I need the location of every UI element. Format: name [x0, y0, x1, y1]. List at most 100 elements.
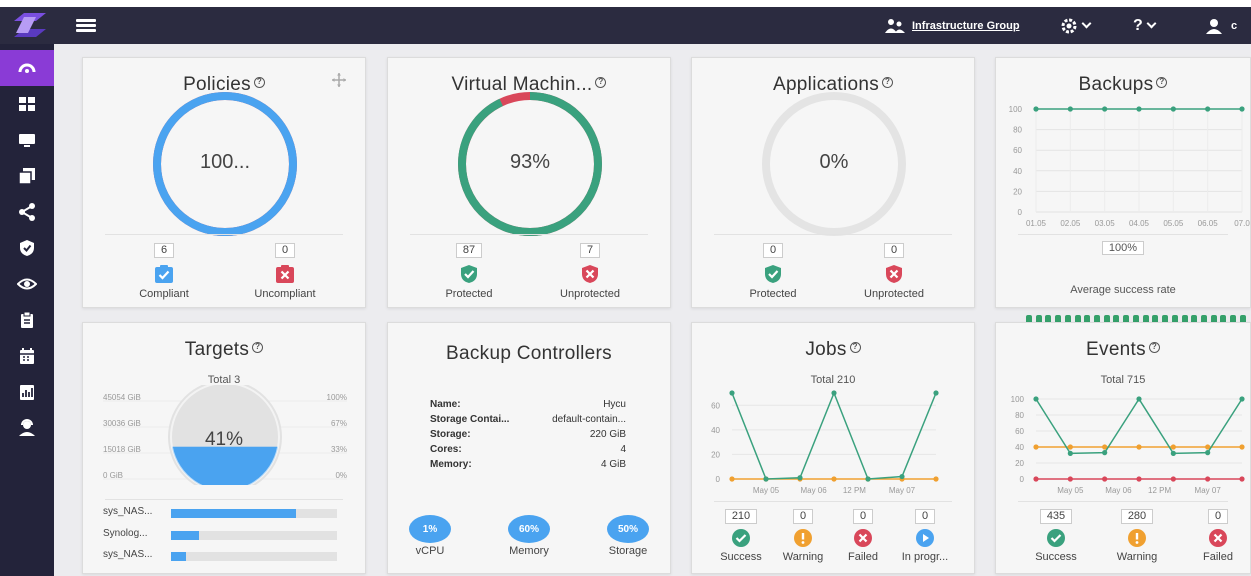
left-tick-label: 30036 GiB	[103, 419, 141, 428]
compliant-count: 6	[153, 243, 175, 258]
right-tick-label: 67%	[331, 419, 347, 428]
failed-x-icon	[854, 529, 872, 547]
user-support-icon	[19, 419, 35, 436]
uncompliant-stat[interactable]: 0 Uncompliant	[225, 240, 345, 300]
data-point	[797, 475, 803, 481]
warning-exclamation-icon	[1128, 529, 1146, 547]
controller-memory-row: Memory: 4 GiB	[430, 459, 626, 470]
compliant-stat[interactable]: 6 Compliant	[104, 240, 224, 300]
data-point	[729, 476, 735, 482]
help-circle-icon[interactable]: ?	[1156, 77, 1168, 88]
sidebar-item-policies[interactable]	[0, 230, 54, 266]
data-point	[1205, 476, 1211, 482]
data-point	[865, 476, 871, 482]
sidebar-item-dashboard[interactable]	[0, 50, 54, 86]
y-tick-label: 0	[1020, 475, 1025, 484]
user-menu-button[interactable]: c	[1205, 7, 1237, 44]
controller-name-row: Name: Hycu	[430, 399, 626, 410]
left-tick-label: 45054 GiB	[103, 393, 141, 402]
y-tick-label: 80	[1015, 411, 1024, 420]
backups-rate: 100%	[996, 241, 1250, 255]
settings-menu-button[interactable]	[1060, 7, 1092, 44]
vms-unprotected-label: Unprotected	[560, 288, 620, 300]
divider	[1018, 234, 1228, 235]
storage-bubble[interactable]: 50%	[607, 515, 649, 543]
memory-bubble[interactable]: 60%	[508, 515, 550, 543]
data-point	[1170, 476, 1176, 482]
data-point	[1067, 476, 1073, 482]
data-point	[1239, 396, 1245, 402]
sidebar-item-administration[interactable]	[0, 410, 54, 446]
help-circle-icon[interactable]: ?	[849, 342, 861, 353]
sidebar-item-jobs[interactable]	[0, 302, 54, 338]
compliant-check-icon	[155, 265, 173, 283]
apps-protected-stat[interactable]: 0 Protected	[713, 240, 833, 300]
jobs-line-chart: 0 20 40 60 May 05 May 06 12 PM May 07	[711, 390, 939, 495]
target-bar-fill	[171, 509, 296, 518]
sidebar-item-virtual-machines[interactable]	[0, 122, 54, 158]
user-icon	[1206, 18, 1222, 34]
sidebar-item-applications[interactable]	[0, 158, 54, 194]
y-tick-label: 20	[1015, 459, 1024, 468]
play-icon	[916, 529, 934, 547]
data-point	[729, 390, 735, 396]
controllers-title: Backup Controllers	[446, 343, 612, 364]
sidebar-item-shares[interactable]	[0, 194, 54, 230]
right-tick-label: 100%	[327, 393, 347, 402]
target-bar-row[interactable]: Synolog...	[103, 528, 343, 542]
move-handle-icon[interactable]	[331, 72, 347, 88]
help-circle-icon[interactable]: ?	[1148, 342, 1160, 353]
data-point	[899, 473, 905, 480]
data-point	[1136, 396, 1142, 402]
apps-protected-label: Protected	[749, 288, 797, 300]
apps-protected-count: 0	[762, 243, 784, 258]
success-check-icon	[1047, 529, 1065, 547]
controller-storage-row: Storage: 220 GiB	[430, 429, 626, 440]
jobs-title: Jobs?	[692, 339, 974, 361]
controller-storage-container-row: Storage Contai... default-contain...	[430, 414, 626, 425]
vcpu-bubble[interactable]: 1%	[409, 515, 451, 543]
help-menu-button[interactable]: ?	[1133, 7, 1157, 44]
divider	[105, 234, 343, 235]
vms-unprotected-stat[interactable]: 7 Unprotected	[530, 240, 650, 300]
data-point	[1033, 396, 1039, 402]
memory-label: Memory	[509, 545, 549, 557]
events-warning-stat[interactable]: 280 Warning	[1097, 506, 1177, 563]
help-circle-icon[interactable]: ?	[252, 342, 264, 353]
sidebar-item-reports[interactable]	[0, 374, 54, 410]
target-bar-row[interactable]: sys_NAS...	[103, 549, 343, 563]
data-point	[1102, 476, 1108, 482]
divider	[1018, 501, 1228, 502]
apps-unprotected-stat[interactable]: 0 Unprotected	[834, 240, 954, 300]
target-bar-row[interactable]: sys_NAS...	[103, 506, 343, 520]
events-failed-stat[interactable]: 0 Failed	[1178, 506, 1251, 563]
vms-protected-stat[interactable]: 87 Protected	[409, 240, 529, 300]
users-group-icon	[885, 18, 905, 33]
help-circle-icon[interactable]: ?	[595, 77, 607, 88]
hycu-logo-icon[interactable]	[12, 11, 48, 39]
y-tick-label: 100	[1009, 105, 1023, 114]
group-name-link[interactable]: Infrastructure Group	[912, 20, 1020, 32]
sidebar-item-overview[interactable]	[0, 86, 54, 122]
data-point	[1033, 444, 1039, 450]
series-line	[731, 390, 937, 480]
menu-toggle-button[interactable]	[76, 19, 96, 33]
sidebar-item-monitoring[interactable]	[0, 266, 54, 302]
events-success-stat[interactable]: 435 Success	[1016, 506, 1096, 563]
grid-icon	[19, 97, 35, 111]
data-point	[1067, 444, 1073, 450]
sidebar-item-schedules[interactable]	[0, 338, 54, 374]
jobs-inprogress-stat[interactable]: 0 In progr...	[885, 506, 965, 563]
data-point	[1136, 106, 1142, 112]
help-circle-icon[interactable]: ?	[253, 77, 265, 88]
data-point	[831, 476, 837, 482]
data-point	[1102, 450, 1108, 456]
help-circle-icon[interactable]: ?	[882, 77, 894, 88]
uncompliant-count: 0	[274, 243, 296, 258]
x-tick-label: May 05	[753, 486, 780, 495]
policies-percent: 100...	[199, 151, 251, 173]
group-selector[interactable]: Infrastructure Group	[884, 7, 1020, 44]
monitor-icon	[19, 134, 35, 147]
data-point	[1170, 444, 1176, 450]
y-tick-label: 60	[711, 401, 720, 410]
